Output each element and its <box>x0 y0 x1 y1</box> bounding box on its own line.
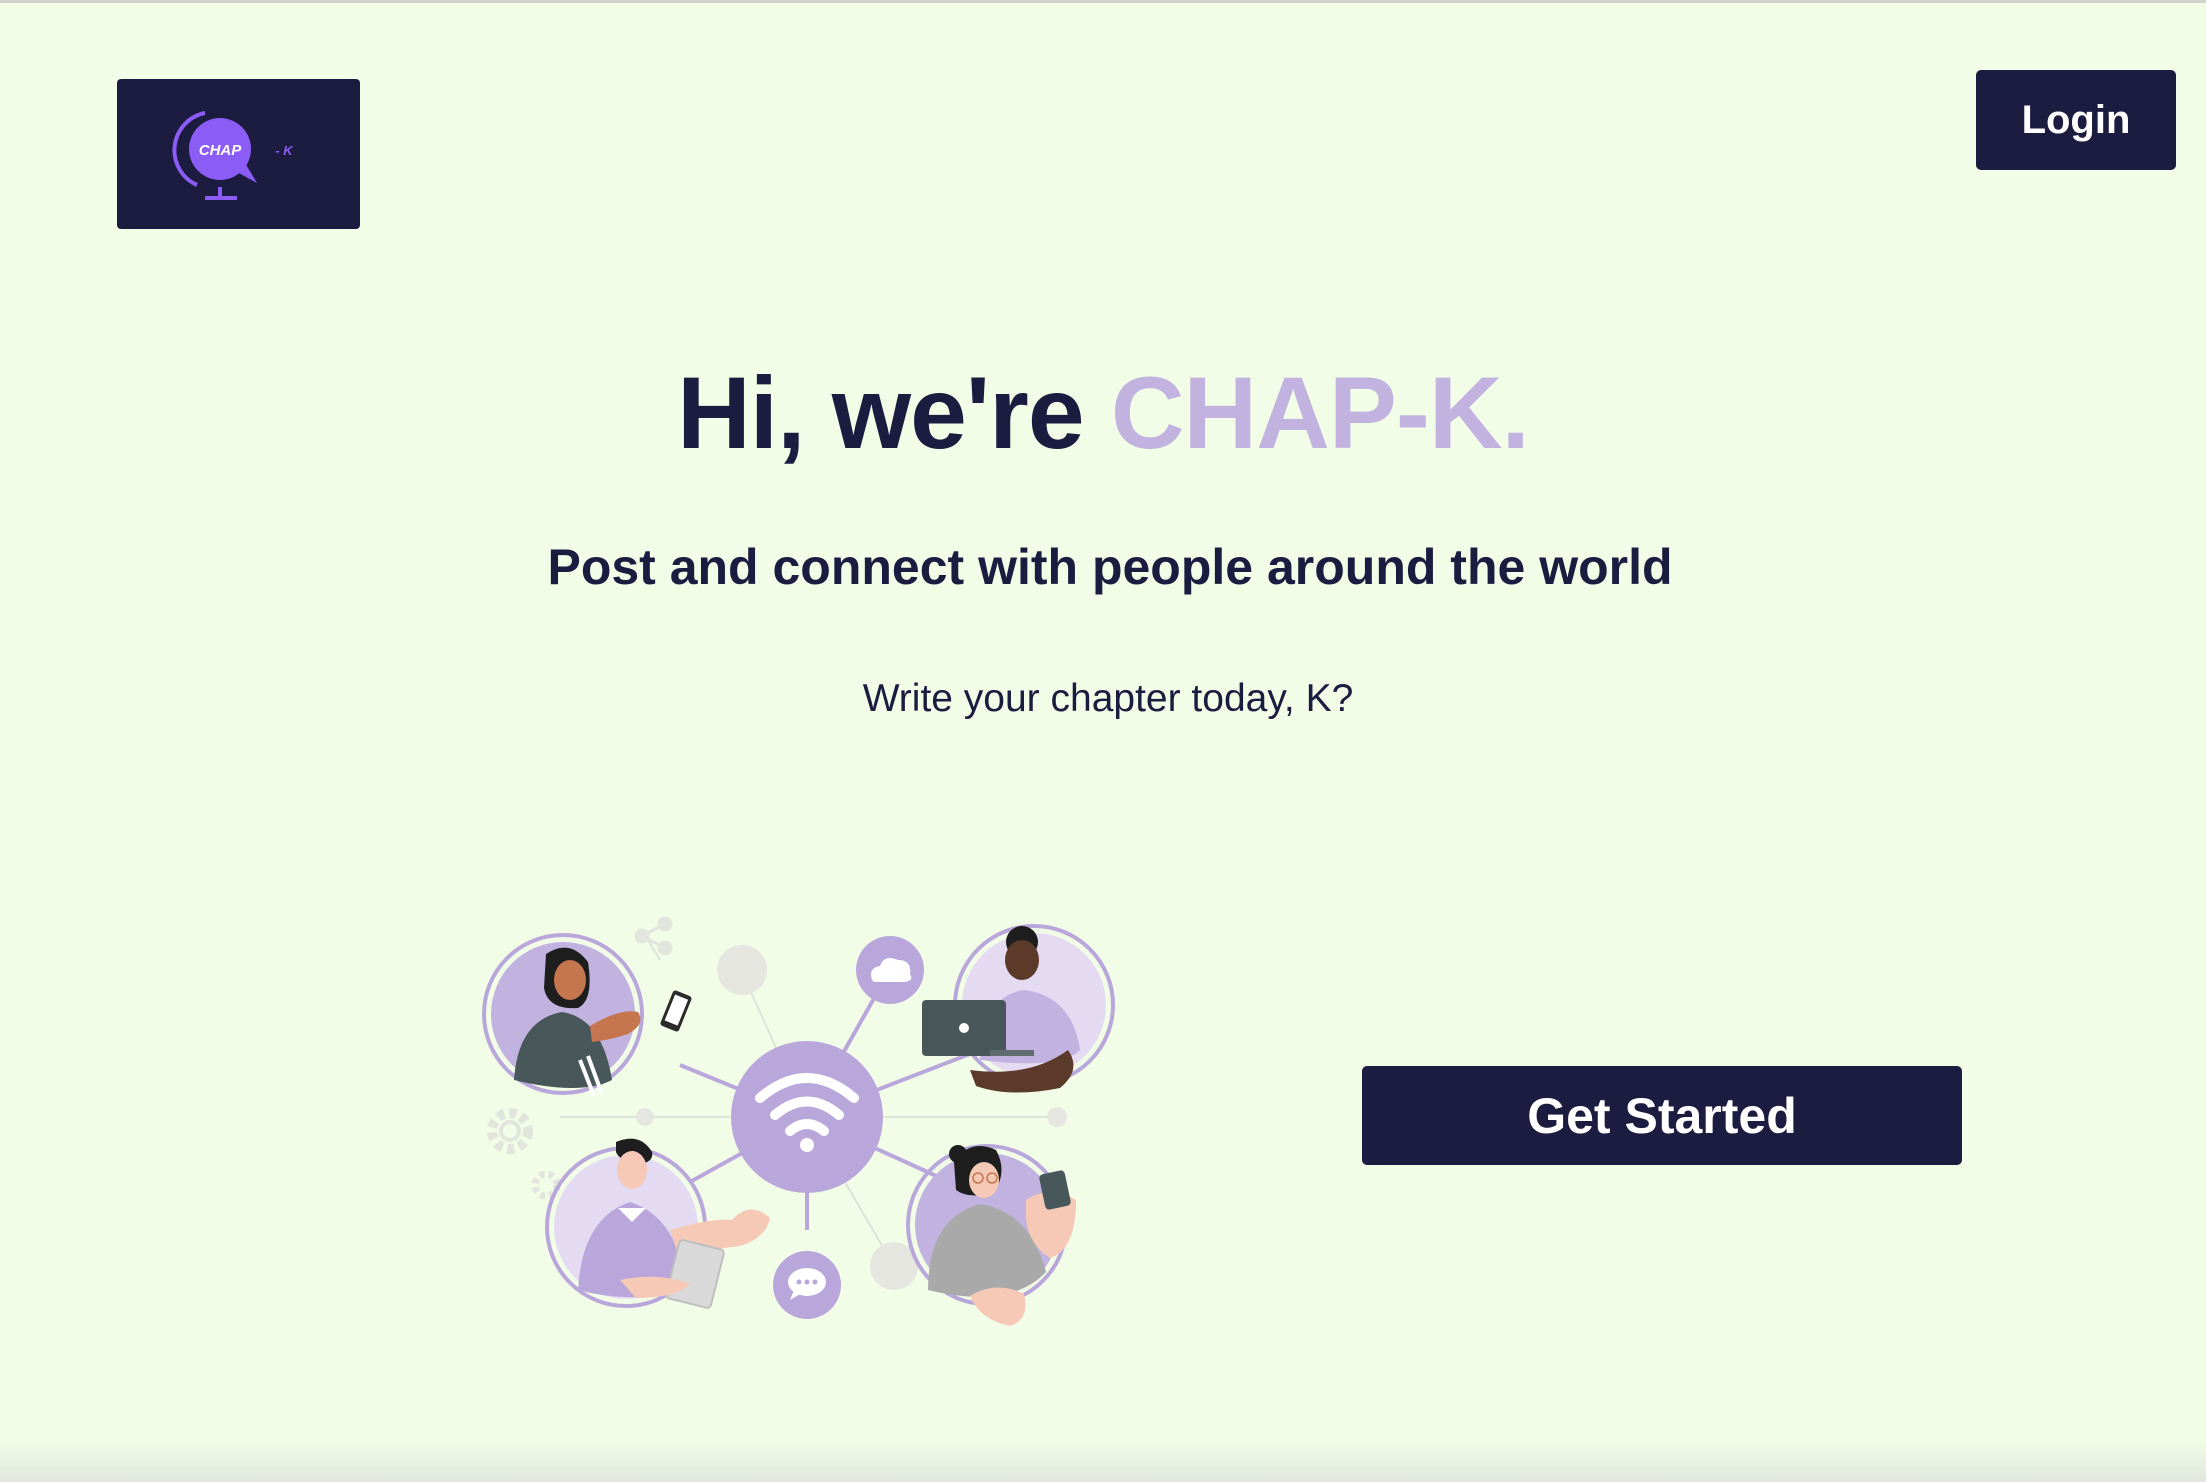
top-border <box>0 0 2206 3</box>
person-with-tablet <box>545 1138 770 1309</box>
network-illustration <box>482 916 1115 1326</box>
logo-text: CHAP <box>199 142 242 159</box>
chat-bubble-icon <box>773 1251 841 1319</box>
login-button[interactable]: Login <box>1976 70 2176 170</box>
bottom-shadow <box>0 1440 2206 1482</box>
logo-suffix: - K <box>275 143 294 158</box>
gear-icon <box>487 1108 561 1200</box>
wifi-icon <box>731 1041 883 1193</box>
logo[interactable]: CHAP - K <box>117 79 360 229</box>
hero-title-brand: CHAP-K. <box>1110 356 1530 470</box>
hero-title-prefix: Hi, we're <box>677 356 1111 470</box>
get-started-button[interactable]: Get Started <box>1362 1066 1962 1165</box>
hero-subtitle: Post and connect with people around the … <box>547 539 1673 595</box>
person-with-laptop <box>922 924 1115 1093</box>
person-with-phone <box>482 933 692 1097</box>
cloud-icon <box>856 936 924 1004</box>
globe-chat-icon: CHAP - K <box>172 111 294 200</box>
hero-tagline: Write your chapter today, K? <box>862 677 1354 720</box>
person-with-smartphone <box>906 1144 1076 1326</box>
hero-title: Hi, we're CHAP-K. <box>0 355 2206 472</box>
